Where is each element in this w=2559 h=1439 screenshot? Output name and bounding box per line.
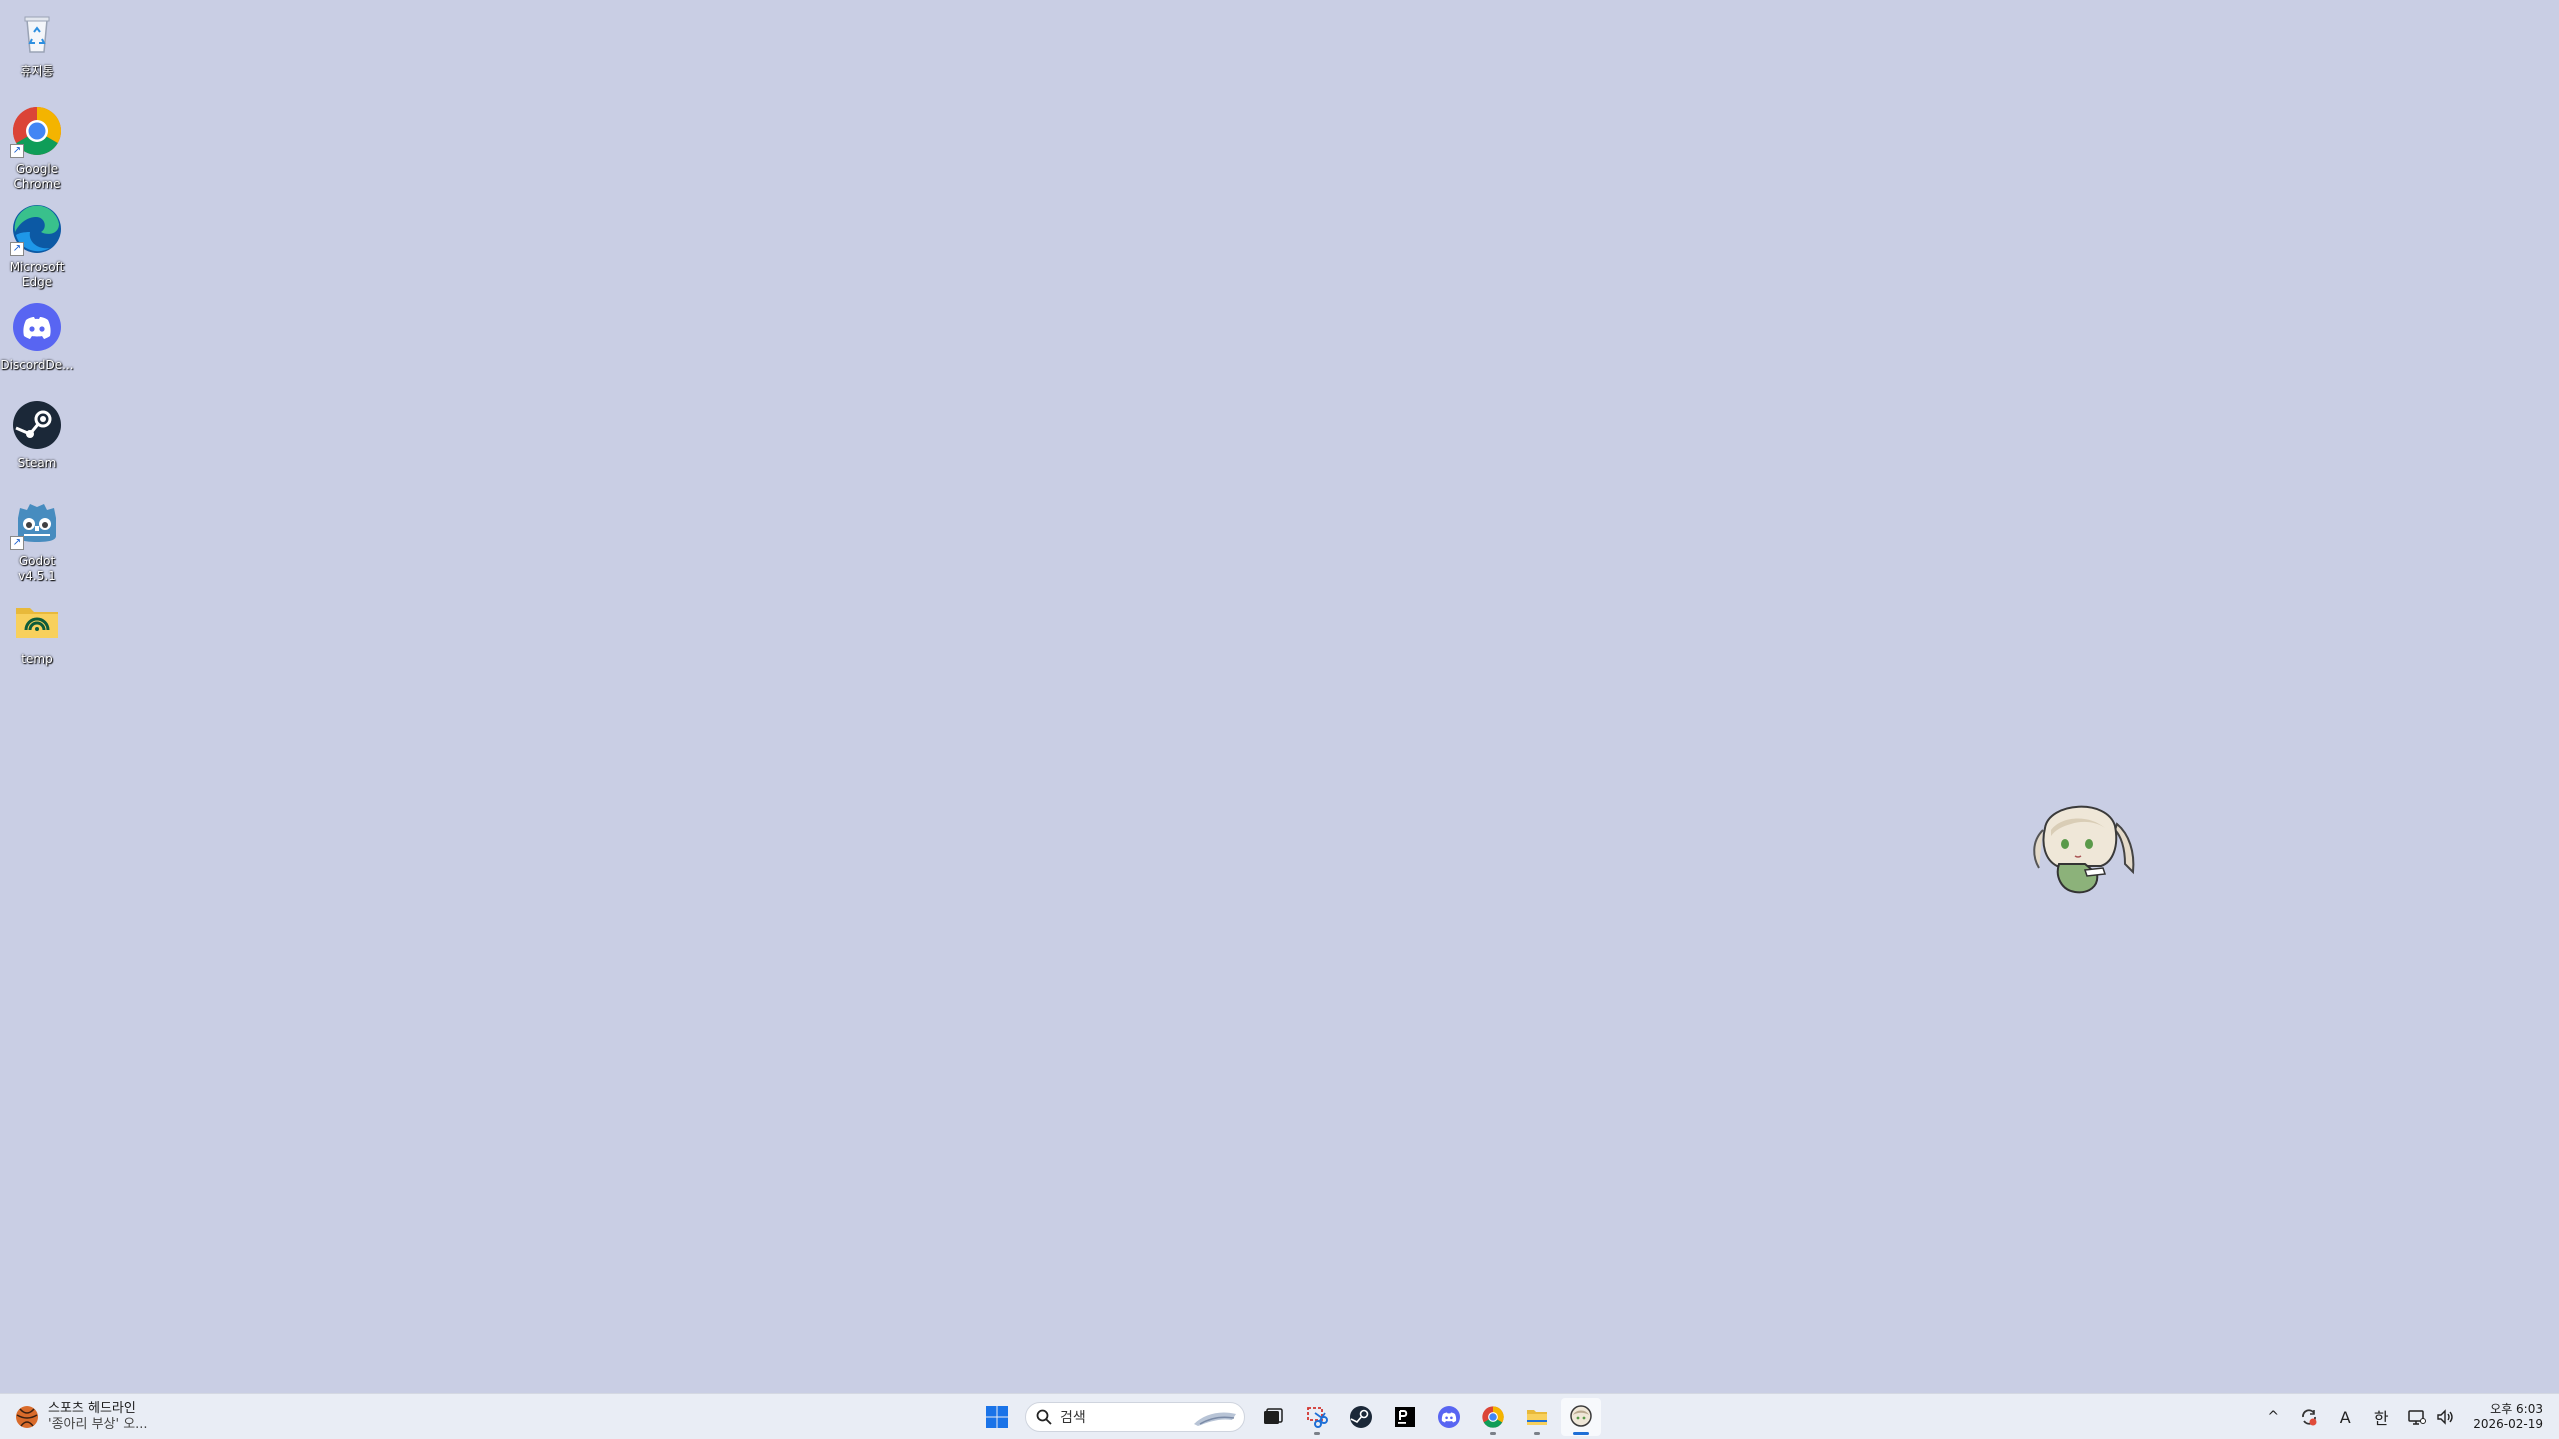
system-tray: ^ A 한 오후 6:03 2026-02-19 [2255,1398,2551,1436]
windows-start-icon [986,1406,1008,1428]
desktop-icon-discord[interactable]: DiscordDe... [0,300,74,373]
ime-mode-label: A [2339,1407,2351,1427]
running-indicator [1314,1432,1320,1435]
network-button[interactable] [2405,1402,2429,1432]
desktop-icon-label: Google Chrome [13,162,61,191]
taskbar-app-discord[interactable] [1429,1398,1469,1436]
folder-icon [1527,1410,1547,1425]
start-button[interactable] [977,1398,1017,1436]
desktop-icon-label: temp [21,652,53,666]
ime-language-toggle[interactable]: 한 [2369,1402,2393,1432]
tray-sync-app[interactable] [2297,1402,2321,1432]
show-hidden-icons-button[interactable]: ^ [2261,1402,2285,1432]
widget-title: 스포츠 헤드라인 [48,1401,136,1416]
desktop-icon-google-chrome[interactable]: ↗ Google Chrome [0,104,74,192]
desktop: 휴지통 ↗ Google Chrome ↗ Microsoft Edge Dis… [0,0,2559,1393]
recycle-bin-icon [10,6,64,60]
snipping-tool-icon [1307,1407,1328,1428]
network-icon [2408,1410,2427,1425]
clock-date: 2026-02-19 [2473,1417,2543,1431]
steam-icon [10,398,64,452]
taskbar-app-task-view[interactable] [1253,1398,1293,1436]
pycharm-icon [1395,1407,1415,1427]
running-indicator [1490,1432,1496,1435]
shortcut-arrow-icon: ↗ [10,242,24,256]
running-indicator [1534,1432,1540,1435]
taskbar-center: 검색 [975,1398,1603,1436]
folder-icon [10,594,64,648]
chevron-up-icon: ^ [2267,1409,2280,1425]
search-placeholder: 검색 [1060,1410,1086,1426]
search-icon [1036,1409,1052,1425]
taskbar-app-file-explorer[interactable] [1517,1398,1557,1436]
shortcut-arrow-icon: ↗ [10,144,24,158]
desktop-icon-godot[interactable]: ↗ Godot v4.5.1 [0,496,74,584]
steam-icon [1350,1406,1372,1428]
search-input[interactable]: 검색 [1025,1402,1245,1432]
volume-icon [2437,1409,2453,1425]
godot-icon: ↗ [10,496,64,550]
running-indicator [1573,1432,1589,1435]
taskbar-app-mascot[interactable] [1561,1398,1601,1436]
search-highlight-icon [1194,1412,1236,1426]
desktop-icon-label: Godot v4.5.1 [18,554,56,583]
ime-language-label: 한 [2373,1409,2389,1428]
taskbar-app-pycharm[interactable] [1385,1398,1425,1436]
task-view-icon [1264,1408,1283,1424]
taskbar-app-snipping-tool[interactable] [1297,1398,1337,1436]
desktop-icon-recycle-bin[interactable]: 휴지통 [0,6,74,79]
desktop-icon-label: DiscordDe... [0,358,74,372]
desktop-icon-steam[interactable]: Steam [0,398,74,471]
taskbar-app-chrome[interactable] [1473,1398,1513,1436]
chrome-icon: ↗ [10,104,64,158]
desktop-icon-label: Microsoft Edge [9,260,65,289]
clock[interactable]: 오후 6:03 2026-02-19 [2473,1402,2543,1432]
chibi-mascot-icon[interactable] [2025,790,2140,905]
shortcut-arrow-icon: ↗ [10,536,24,550]
ime-mode-toggle[interactable]: A [2333,1402,2357,1432]
desktop-icon-label: Steam [17,456,57,470]
desktop-icon-microsoft-edge[interactable]: ↗ Microsoft Edge [0,202,74,290]
chrome-icon [1482,1406,1504,1428]
news-widget[interactable]: 스포츠 헤드라인 '종아리 부상' 오... [14,1399,148,1435]
discord-icon [1438,1406,1460,1428]
taskbar-app-steam[interactable] [1341,1398,1381,1436]
desktop-icon-temp-folder[interactable]: temp [0,594,74,667]
volume-button[interactable] [2433,1402,2457,1432]
taskbar: 스포츠 헤드라인 '종아리 부상' 오... 검색 ^ A 한 오후 6:03 … [0,1393,2559,1439]
chibi-mascot-icon [1570,1405,1592,1427]
discord-icon [10,300,64,354]
sync-app-icon [2302,1409,2317,1426]
widget-subtitle: '종아리 부상' 오... [48,1417,148,1432]
desktop-icon-label: 휴지통 [20,64,54,78]
clock-time: 오후 6:03 [2490,1402,2543,1416]
sports-news-icon [14,1404,40,1430]
edge-icon: ↗ [10,202,64,256]
